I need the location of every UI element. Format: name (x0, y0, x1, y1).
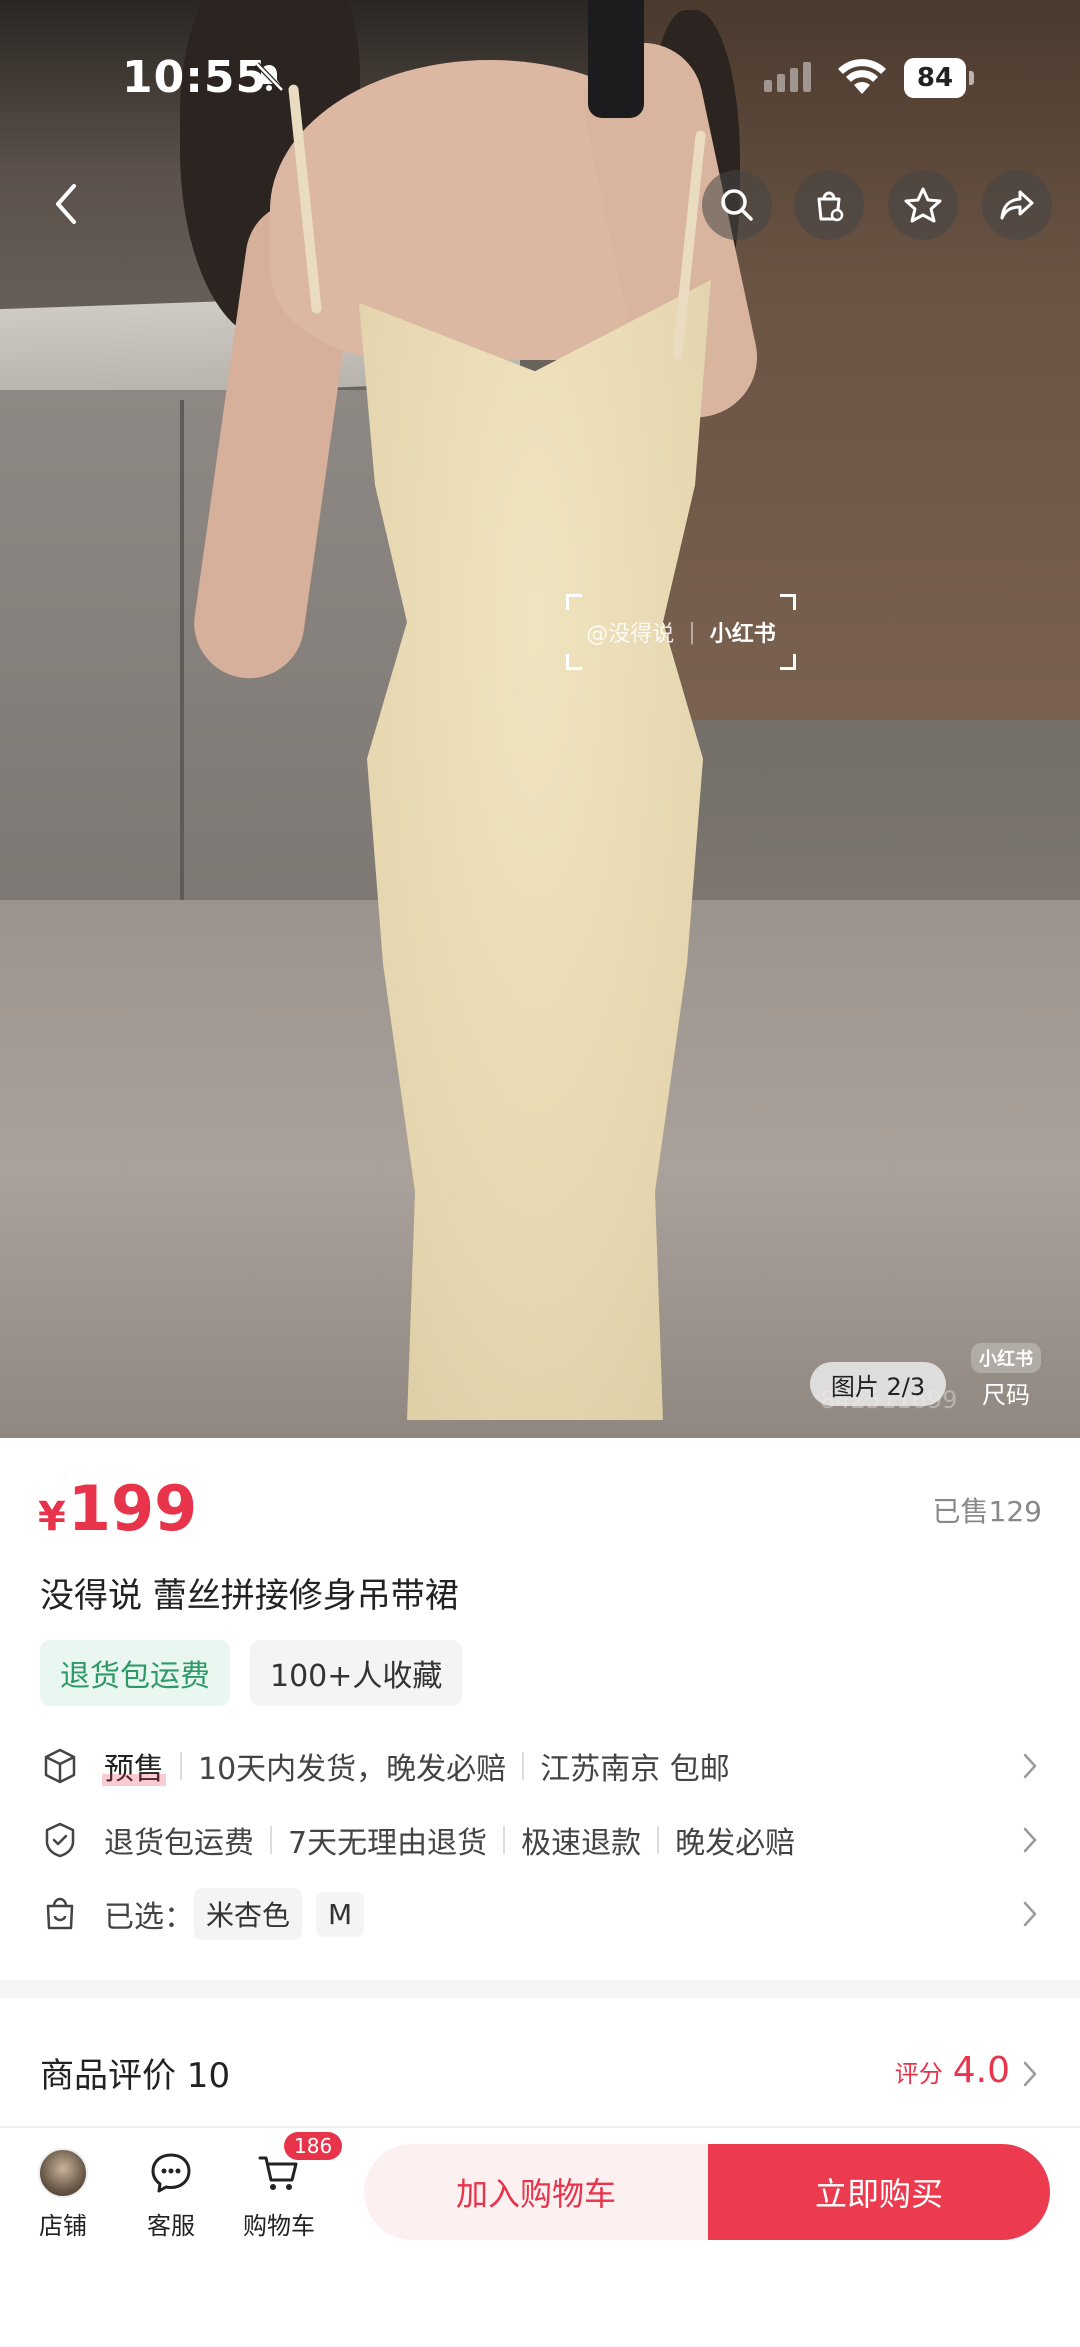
selected-color: 米杏色 (194, 1888, 303, 1940)
service-label: 客服 (147, 2212, 195, 2240)
size-badge-brand: 小红书 (971, 1342, 1041, 1373)
status-bar: 10:55 84 (0, 0, 1080, 150)
status-time: 10:55 (122, 52, 268, 103)
watermark-brand: 小红书 (709, 622, 776, 647)
shield-check-icon (45, 1822, 75, 1858)
search-icon (721, 189, 753, 221)
section-divider (0, 1980, 1080, 1998)
price-value: 199 (67, 1472, 198, 1545)
watermark-user: @没得说 (586, 622, 675, 647)
tag-free-return-shipping: 退货包运费 (40, 1640, 230, 1706)
shopping-bag-outline-icon (46, 1897, 74, 1930)
cellular-signal-icon (764, 62, 811, 92)
product-tags: 退货包运费 100+人收藏 (40, 1640, 463, 1706)
store-avatar (38, 2148, 88, 2198)
selected-label: 已选： (104, 1900, 194, 1935)
search-button[interactable] (702, 170, 772, 240)
share-icon (1000, 190, 1034, 220)
mute-bell-icon (255, 62, 284, 92)
shopping-bag-icon (817, 191, 844, 222)
battery-indicator: 84 (904, 58, 974, 98)
reviews-title[interactable]: 商品评价 10 (40, 2048, 230, 2097)
shipping-time: 10天内发货，晚发必赔 (198, 1752, 507, 1787)
product-price: ¥ 199 (38, 1472, 197, 1545)
product-title: 没得说 蕾丝拼接修身吊带裙 (40, 1576, 459, 1616)
chevron-right-icon (1023, 1753, 1037, 1779)
star-icon (904, 187, 942, 223)
image-watermark: @没得说 | 小红书 (566, 594, 796, 670)
service-item-late-compensation: 晚发必赔 (675, 1826, 796, 1861)
chevron-right-icon[interactable] (1020, 2058, 1040, 2090)
service-item-fast-refund: 极速退款 (521, 1826, 642, 1861)
rating-score: 4.0 (952, 2050, 1010, 2091)
image-counter: 图片 2/3 (810, 1362, 946, 1406)
product-detail-page: @没得说 | 小红书 842511699 图片 2/3 小红书 尺码 10:55… (0, 0, 1080, 2347)
service-item-7day-return: 7天无理由退货 (288, 1826, 488, 1861)
shipping-origin: 江苏南京 包邮 (540, 1752, 730, 1787)
store-label: 店铺 (39, 2212, 87, 2240)
cart-label: 购物车 (243, 2212, 315, 2240)
service-item-return-shipping: 退货包运费 (104, 1826, 254, 1861)
chevron-right-icon (1023, 1827, 1037, 1853)
back-arrow-icon[interactable] (40, 176, 90, 232)
chat-bubble-icon (151, 2153, 191, 2193)
selected-size: M (316, 1891, 365, 1937)
package-box-icon (44, 1748, 76, 1784)
store-button[interactable]: 店铺 (18, 2148, 108, 2241)
review-rating[interactable]: 评分 4.0 (895, 2050, 1010, 2091)
cart-button[interactable]: 186 购物车 (234, 2132, 343, 2241)
buy-now-button[interactable]: 立即购买 (708, 2144, 1050, 2240)
customer-service-button[interactable]: 客服 (126, 2148, 216, 2241)
tag-favorites-count: 100+人收藏 (250, 1640, 463, 1706)
share-button[interactable] (982, 170, 1052, 240)
size-badge-label: 尺码 (982, 1380, 1030, 1409)
size-chart-button[interactable]: 小红书 尺码 (968, 1340, 1044, 1412)
service-row[interactable]: 退货包运费 7天无理由退货 极速退款 晚发必赔 (40, 1812, 1040, 1868)
cart-count-badge: 186 (284, 2132, 343, 2160)
chevron-right-icon (1023, 1901, 1037, 1927)
currency-symbol: ¥ (38, 1494, 66, 1540)
presale-badge: 预售 (102, 1744, 166, 1788)
shop-bag-button[interactable] (794, 170, 864, 240)
shipping-row[interactable]: 预售 10天内发货，晚发必赔 江苏南京 包邮 (40, 1738, 1040, 1794)
wifi-icon (838, 59, 886, 94)
sold-count: 已售129 (932, 1495, 1042, 1528)
selected-options-row[interactable]: 已选： 米杏色 M (40, 1886, 1040, 1942)
favorite-button[interactable] (888, 170, 958, 240)
rating-label: 评分 (894, 2060, 943, 2088)
add-to-cart-button[interactable]: 加入购物车 (364, 2144, 708, 2240)
